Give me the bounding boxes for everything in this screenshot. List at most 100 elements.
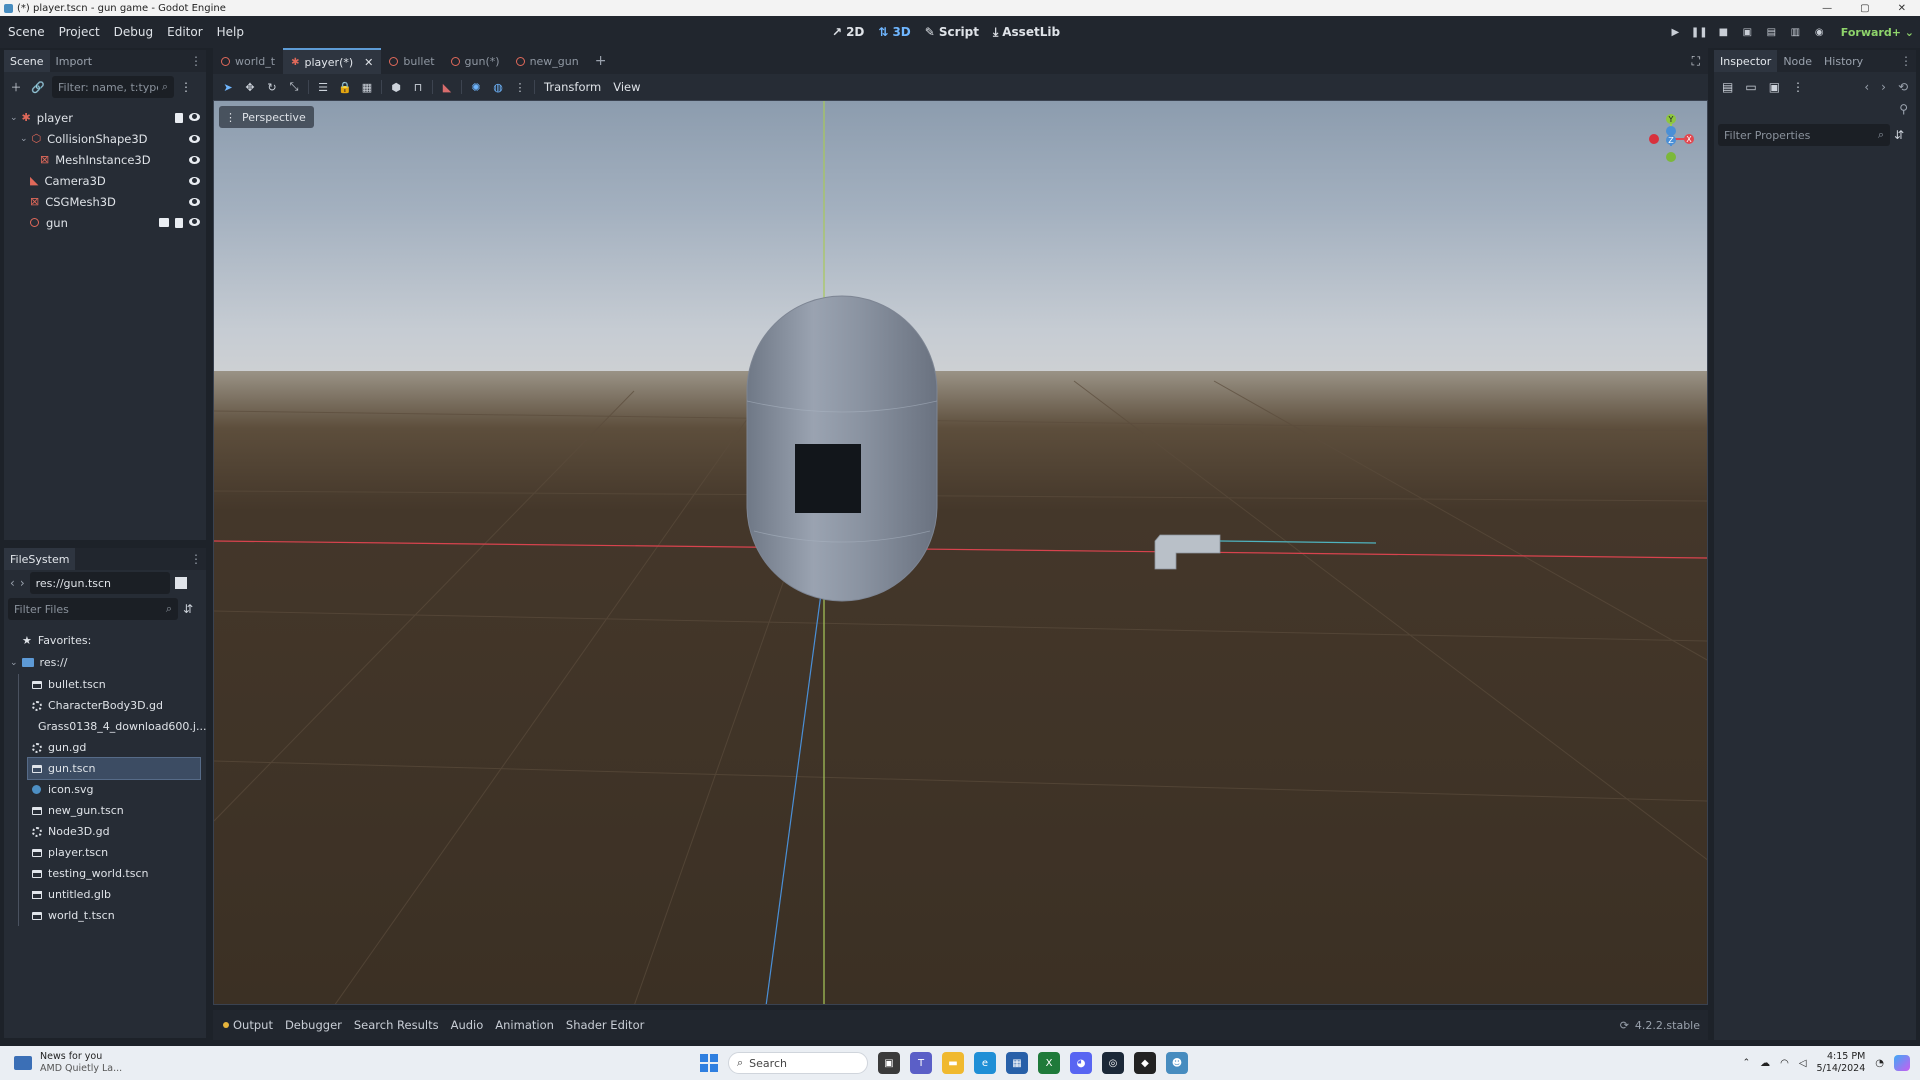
clock[interactable]: 4:15 PM 5/14/2024 [1817, 1051, 1866, 1075]
camera-preview-icon[interactable]: ◣ [436, 76, 458, 98]
renderer-selector[interactable]: Forward+ ⌄ [1841, 26, 1914, 39]
file-row-new-gun-tscn[interactable]: new_gun.tscn [4, 800, 204, 821]
lock-icon[interactable]: 🔒 [334, 76, 356, 98]
group-icon[interactable]: ▦ [356, 76, 378, 98]
network-tray-icon[interactable]: ☁ [1760, 1058, 1770, 1069]
main-screen-assetlib-button[interactable]: ⤓ AssetLib [993, 25, 1060, 40]
res-root-row[interactable]: ⌄ res:// [4, 652, 204, 673]
distraction-free-icon[interactable]: ⛶ [1692, 54, 1708, 69]
sub-resources-icon[interactable]: ⚲ [1899, 102, 1908, 122]
taskbar-search-box[interactable]: ⌕ Search [728, 1052, 868, 1074]
bottom-tab-animation[interactable]: Animation [489, 1018, 560, 1032]
resource-options-icon[interactable]: ⋮ [1792, 80, 1804, 94]
visibility-eye-icon[interactable] [189, 155, 200, 164]
environment-preview-icon[interactable]: ◍ [487, 76, 509, 98]
pause-icon[interactable]: ❚❚ [1691, 26, 1708, 39]
local-space-icon[interactable]: ⬢ [385, 76, 407, 98]
tree-node-camera3d[interactable]: ◣ Camera3D [4, 170, 206, 191]
scene-tab-player[interactable]: ✱ player(*) ✕ [283, 48, 382, 74]
scene-tab-gun[interactable]: gun(*) [443, 48, 508, 74]
gizmo-top-icon[interactable] [1666, 126, 1676, 136]
instance-scene-icon[interactable]: 🔗 [30, 76, 46, 98]
file-row-node3d-gd[interactable]: Node3D.gd [4, 821, 204, 842]
visibility-eye-icon[interactable] [189, 134, 200, 143]
file-row-bullet-tscn[interactable]: bullet.tscn [4, 674, 204, 695]
add-node-icon[interactable]: ＋ [8, 76, 24, 98]
remote-debug-icon[interactable]: ▣ [1741, 26, 1754, 39]
tab-filesystem[interactable]: FileSystem [4, 548, 76, 570]
collapse-arrow-icon[interactable]: ⌄ [10, 113, 18, 123]
object-history-icon[interactable]: ⟲ [1898, 80, 1908, 94]
scene-tab-new-gun[interactable]: new_gun [508, 48, 587, 74]
volume-icon[interactable]: ◁ [1799, 1058, 1807, 1069]
gizmo-neg-x-icon[interactable] [1649, 134, 1659, 144]
history-forward-icon[interactable]: › [1881, 80, 1886, 94]
unity-hub-icon[interactable]: ◆ [1134, 1052, 1156, 1074]
stop-icon[interactable]: ■ [1717, 26, 1730, 39]
menu-scene[interactable]: Scene [1, 25, 52, 39]
favorites-row[interactable]: ★ Favorites: [4, 630, 204, 651]
engine-version[interactable]: 4.2.2.stable [1635, 1019, 1700, 1032]
file-row-grass-image[interactable]: Grass0138_4_download600.j... [4, 716, 206, 737]
load-resource-icon[interactable]: ▭ [1745, 80, 1756, 94]
tree-node-player[interactable]: ⌄ ✱ player [4, 107, 206, 128]
forward-icon[interactable]: › [20, 576, 25, 590]
main-screen-2d-button[interactable]: ↗ 2D [832, 25, 864, 39]
main-screen-3d-button[interactable]: ⇅ 3D [878, 25, 910, 39]
more-options-icon[interactable]: ⋮ [509, 76, 531, 98]
back-icon[interactable]: ‹ [10, 576, 15, 590]
close-window-icon[interactable]: ✕ [1898, 3, 1906, 14]
menu-project[interactable]: Project [52, 25, 107, 39]
visibility-eye-icon[interactable] [189, 197, 200, 206]
tray-chevron-icon[interactable]: ⌃ [1743, 1058, 1751, 1068]
history-back-icon[interactable]: ‹ [1864, 80, 1869, 94]
store-icon[interactable]: ▦ [1006, 1052, 1028, 1074]
gizmo-neg-y-icon[interactable] [1666, 152, 1676, 162]
list-select-icon[interactable]: ☰ [312, 76, 334, 98]
bottom-tab-debugger[interactable]: Debugger [279, 1018, 348, 1032]
open-scene-icon[interactable] [159, 217, 169, 227]
file-row-world-t-tscn[interactable]: world_t.tscn [4, 905, 204, 926]
file-row-untitled-glb[interactable]: untitled.glb [4, 884, 204, 905]
filter-files-input[interactable]: Filter Files ⌕ [8, 598, 178, 620]
discord-icon[interactable]: ◕ [1070, 1052, 1092, 1074]
property-options-icon[interactable]: ⇵ [1894, 128, 1904, 142]
play-custom-scene-icon[interactable]: ▥ [1789, 26, 1802, 39]
view-menu[interactable]: View [607, 80, 646, 94]
tab-node[interactable]: Node [1777, 50, 1818, 72]
file-row-icon-svg[interactable]: icon.svg [4, 779, 204, 800]
tree-node-gun[interactable]: gun [4, 212, 206, 233]
collapse-arrow-icon[interactable]: ⌄ [10, 658, 18, 668]
menu-help[interactable]: Help [210, 25, 251, 39]
view-gizmo[interactable]: Y Z X [1641, 109, 1701, 169]
update-spinner-icon[interactable]: ⟳ [1620, 1019, 1629, 1032]
dock-menu-icon[interactable]: ⋮ [1900, 54, 1916, 68]
filesystem-path-field[interactable]: res://gun.tscn [29, 572, 170, 594]
tree-node-collisionshape3d[interactable]: ⌄ ⬡ CollisionShape3D [4, 128, 206, 149]
filter-properties-input[interactable]: Filter Properties ⌕ [1718, 124, 1890, 146]
3d-viewport[interactable]: ⋮ Perspective Y Z X [213, 100, 1708, 1005]
minimize-icon[interactable]: — [1822, 3, 1832, 14]
transform-menu[interactable]: Transform [538, 80, 607, 94]
tab-scene[interactable]: Scene [4, 50, 50, 72]
sort-icon[interactable]: ⇵ [183, 602, 193, 616]
add-scene-tab-icon[interactable]: + [587, 53, 615, 69]
snap-icon[interactable]: ⊓ [407, 76, 429, 98]
copilot-icon[interactable] [1894, 1055, 1910, 1071]
script-attached-icon[interactable] [175, 112, 183, 123]
select-mode-icon[interactable]: ➤ [217, 76, 239, 98]
tab-import[interactable]: Import [50, 50, 99, 72]
scale-mode-icon[interactable]: ⤡ [283, 76, 305, 98]
movie-maker-icon[interactable]: ◉ [1813, 26, 1826, 39]
edge-browser-icon[interactable]: e [974, 1052, 996, 1074]
file-row-gun-gd[interactable]: gun.gd [4, 737, 204, 758]
visibility-eye-icon[interactable] [189, 112, 200, 121]
dock-menu-icon[interactable]: ⋮ [190, 552, 206, 566]
visibility-eye-icon[interactable] [189, 176, 200, 185]
collapse-arrow-icon[interactable]: ⌄ [20, 134, 28, 144]
new-resource-icon[interactable]: ▤ [1722, 80, 1733, 94]
script-attached-icon[interactable] [175, 217, 183, 228]
close-tab-icon[interactable]: ✕ [364, 56, 373, 69]
sun-preview-icon[interactable]: ✺ [465, 76, 487, 98]
play-icon[interactable]: ▶ [1669, 26, 1682, 39]
